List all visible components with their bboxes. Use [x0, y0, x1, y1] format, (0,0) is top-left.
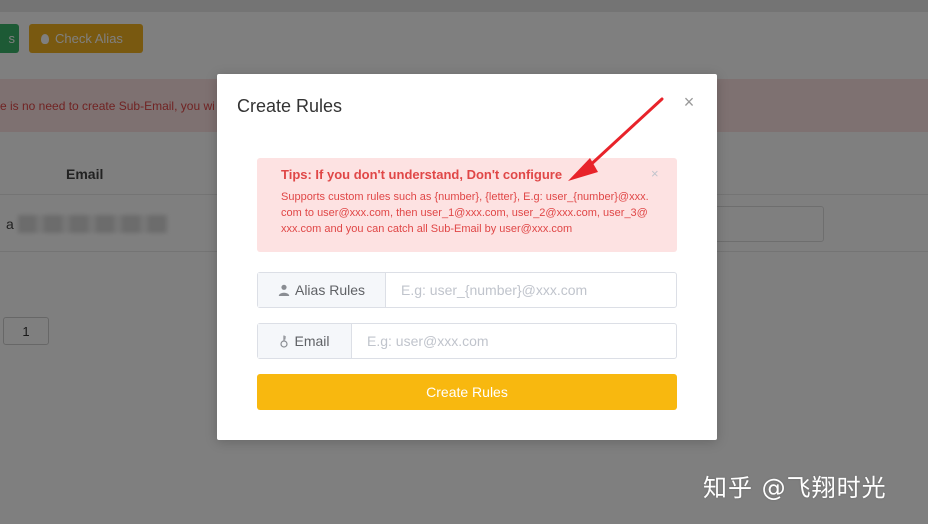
tips-body: Supports custom rules such as {number}, … [281, 191, 649, 235]
key-icon [280, 335, 289, 348]
tips-close-icon[interactable]: × [651, 167, 663, 181]
alias-rules-input[interactable] [386, 273, 676, 307]
email-addon: Email [258, 324, 352, 358]
user-icon [278, 284, 290, 296]
alias-rules-addon: Alias Rules [258, 273, 386, 307]
email-field: Email [257, 323, 677, 359]
alias-rules-field: Alias Rules [257, 272, 677, 308]
tips-title: Tips: If you don't understand, Don't con… [281, 167, 563, 182]
watermark-text: 知乎 @飞翔时光 [703, 474, 887, 502]
tips-alert: Tips: If you don't understand, Don't con… [257, 158, 677, 252]
create-rules-button[interactable]: Create Rules [257, 374, 677, 410]
create-rules-dialog: Create Rules × Tips: If you don't unders… [217, 74, 717, 440]
close-icon[interactable]: × [681, 93, 697, 111]
alias-rules-label: Alias Rules [294, 282, 366, 298]
email-input[interactable] [352, 324, 676, 358]
dialog-title: Create Rules [237, 96, 343, 116]
email-label: Email [294, 333, 330, 349]
